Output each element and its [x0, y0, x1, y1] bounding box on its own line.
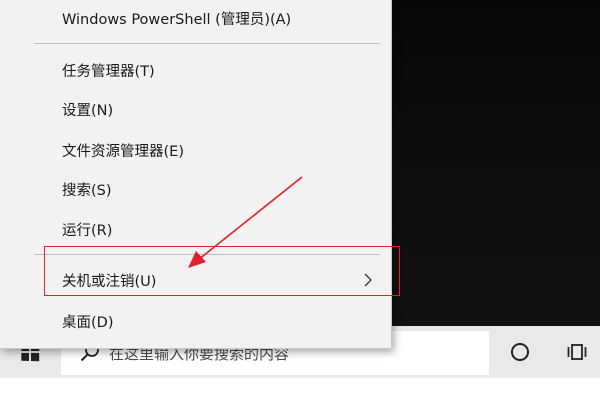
- chevron-right-icon: [364, 273, 372, 287]
- menu-separator: [34, 43, 380, 44]
- menu-item-shutdown-or-sign-out[interactable]: 关机或注销(U): [0, 262, 391, 298]
- task-view-button[interactable]: [560, 334, 596, 370]
- menu-item-label: 桌面(D): [62, 314, 114, 331]
- menu-item-label: 任务管理器(T): [62, 63, 155, 80]
- menu-item-search[interactable]: 搜索(S): [0, 171, 391, 207]
- menu-item-label: 文件资源管理器(E): [62, 143, 184, 160]
- cortana-circle-icon: [511, 343, 529, 361]
- cortana-button[interactable]: [500, 334, 540, 370]
- menu-item-label: 设置(N): [62, 102, 114, 119]
- menu-item-settings[interactable]: 设置(N): [0, 91, 391, 127]
- menu-item-powershell-admin[interactable]: Windows PowerShell (管理员)(A): [0, 0, 391, 36]
- task-view-icon: [567, 344, 587, 360]
- menu-item-run[interactable]: 运行(R): [0, 211, 391, 247]
- menu-item-file-explorer[interactable]: 文件资源管理器(E): [0, 132, 391, 168]
- menu-item-label: 搜索(S): [62, 182, 112, 199]
- winx-context-menu: Windows PowerShell (管理员)(A) 任务管理器(T) 设置(…: [0, 0, 392, 349]
- menu-item-desktop[interactable]: 桌面(D): [0, 303, 391, 339]
- menu-item-task-manager[interactable]: 任务管理器(T): [0, 52, 391, 88]
- menu-separator: [34, 254, 380, 255]
- menu-item-label: 运行(R): [62, 222, 113, 239]
- menu-item-label: Windows PowerShell (管理员)(A): [62, 11, 292, 28]
- menu-item-label: 关机或注销(U): [62, 273, 157, 290]
